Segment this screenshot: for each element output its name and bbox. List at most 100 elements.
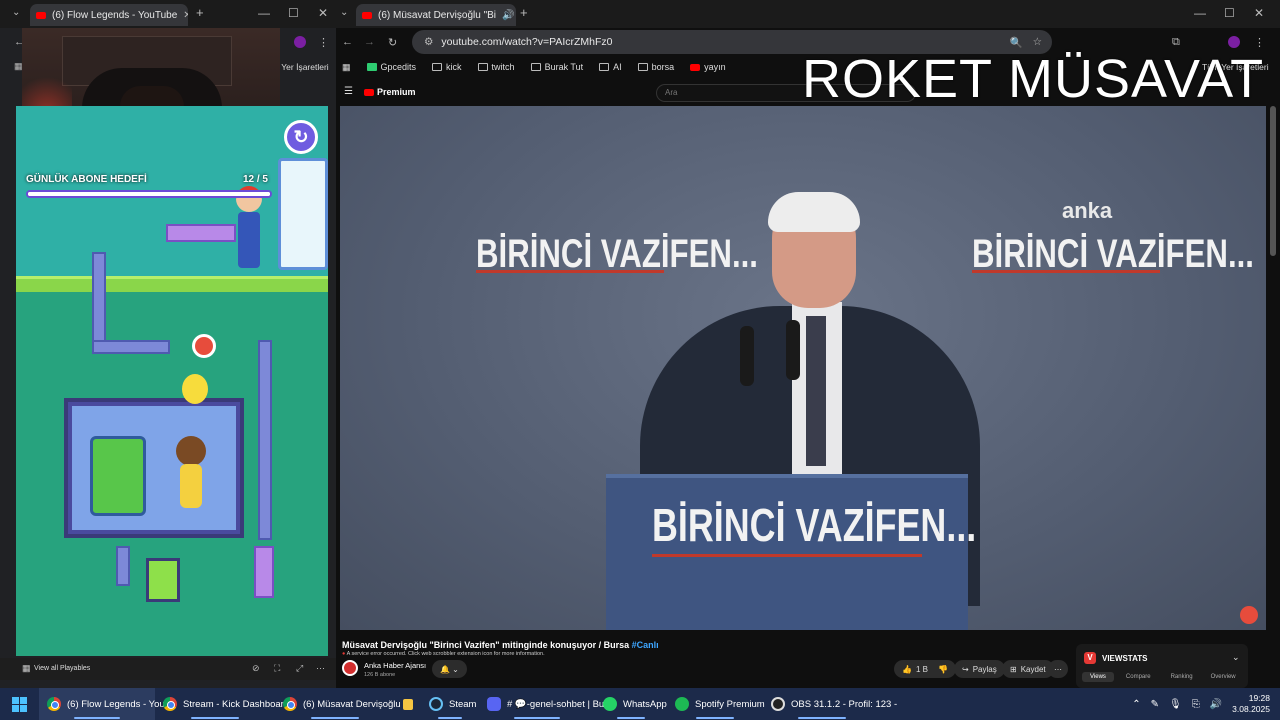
new-tab-icon[interactable]: + [520,5,528,20]
channel-name[interactable]: Anka Haber Ajansı [364,661,426,670]
tray-chevron-icon[interactable]: ⌃ [1132,699,1140,710]
taskbar-chrome-musavat[interactable]: (6) Müsavat Dervişoğlu [275,688,401,720]
hero-head [176,436,206,466]
restart-button[interactable]: ↻ [284,120,318,154]
clock[interactable]: 19:28 3.08.2025 [1232,693,1270,715]
speaker-hair [768,192,860,232]
viewstats-collapse-icon[interactable]: ⌄ [1232,652,1240,663]
mute-icon[interactable]: ⊘ [252,663,260,674]
close-tab-icon[interactable]: ✕ [183,10,188,21]
network-icon[interactable]: ⎘ [1192,699,1200,710]
video-logo-icon [1240,606,1258,624]
bookmark-4[interactable]: AI [599,62,622,72]
viewstats-tab-views[interactable]: Views [1082,672,1114,682]
error-text: A service error occurred. Click web scro… [346,651,545,657]
taskbar-obs[interactable]: OBS 31.1.2 - Profil: 123 - [763,688,897,720]
pipe-bottom-purple[interactable] [254,546,274,598]
more-actions-button[interactable]: ⋯ [1048,660,1068,678]
channel-avatar[interactable] [342,660,358,676]
share-button[interactable]: ↪ Paylaş [954,660,1005,678]
taskbar-label: OBS 31.1.2 - Profil: 123 - [791,698,898,710]
reload-icon[interactable]: ↻ [388,36,397,49]
like-button[interactable]: 👍 1 B 👎 [894,660,956,678]
viewstats-tab-overview[interactable]: Overview [1205,672,1242,682]
back-icon[interactable]: ← [342,36,353,48]
menu-icon[interactable]: ⋮ [318,36,329,49]
taskbar-steam[interactable]: Steam [421,688,479,720]
left-browser-window: ⌄ (6) Flow Legends - YouTube ✕ + — ☐ ✕ ←… [0,0,336,688]
sign-right-underline [972,270,1160,273]
volume-icon[interactable]: 🔊 [1210,699,1222,710]
maximize-icon[interactable]: ☐ [288,6,299,20]
apps-icon[interactable]: ▦ [342,62,351,73]
scrollbar[interactable] [1270,106,1276,256]
site-info-icon[interactable]: ⚙ [424,36,433,48]
folder-icon [403,698,413,710]
windows-logo-icon [12,696,27,712]
view-all-playables[interactable]: View all Playables [34,665,90,672]
podium-sign: BİRİNCİ VAZİFEN... [652,499,977,551]
expand-icon[interactable]: ⤢ [296,663,303,674]
bookmark-0[interactable]: Gpcedits [366,62,416,72]
close-window-icon[interactable]: ✕ [1254,6,1264,20]
youtube-favicon-icon [36,11,46,19]
save-icon: ⊞ [1010,664,1017,674]
taskbar-discord[interactable]: # 💬-genel-sohbet | Bur [479,688,607,720]
steam-icon [429,697,443,711]
share-icon: ↪ [962,664,969,674]
chrome-icon [283,697,297,711]
taskbar-chrome-flow-legends[interactable]: (6) Flow Legends - YouT [39,688,171,720]
minimize-icon[interactable]: — [1194,6,1206,20]
profile-icon[interactable] [1228,36,1240,48]
video-player[interactable]: BİRİNCİ VAZİFEN... anka BİRİNCİ VAZİFEN.… [340,106,1266,630]
bookmark-star-icon[interactable]: ☆ [1033,36,1042,48]
close-window-icon[interactable]: ✕ [318,6,328,20]
bookmark-label: twitch [491,62,515,72]
notification-bell-button[interactable]: 🔔 ⌄ [432,660,467,678]
tab-title: (6) Flow Legends - YouTube [52,9,178,21]
bookmark-6[interactable]: yayın [690,62,726,72]
fullscreen-icon[interactable]: ⛶ [274,663,280,674]
microphone-icon[interactable]: 🎙 [1169,699,1182,710]
viewstats-tab-compare[interactable]: Compare [1118,672,1159,682]
pipe-top-horizontal[interactable] [166,224,236,242]
bookmark-3[interactable]: Burak Tut [530,62,583,72]
viewstats-logo-icon: V [1084,652,1096,664]
hero-body [180,464,202,508]
minimize-icon[interactable]: — [258,6,270,20]
zoom-icon[interactable]: 🔍 [1010,36,1023,49]
profile-icon[interactable] [294,36,306,48]
clock-date: 3.08.2025 [1232,704,1270,714]
viewstats-tab-ranking[interactable]: Ranking [1163,672,1201,682]
save-button[interactable]: ⊞ Kaydet [1002,660,1054,678]
tab-search-icon[interactable]: ⌄ [12,7,20,18]
bookmark-5[interactable]: borsa [637,62,674,72]
bookmark-2[interactable]: twitch [477,62,515,72]
pen-icon[interactable]: ✎ [1151,699,1159,710]
folder-icon [530,63,541,71]
youtube-logo[interactable]: Premium [364,87,416,97]
thumb-down-icon[interactable]: 👎 [938,665,948,674]
bookmark-1[interactable]: kick [432,62,462,72]
microphone-left [740,326,754,386]
search-input[interactable]: Ara [665,88,677,97]
taskbar-spotify[interactable]: Spotify Premium [667,688,765,720]
start-button[interactable] [0,688,39,720]
new-tab-icon[interactable]: + [196,5,204,20]
tab-search-icon[interactable]: ⌄ [340,7,348,18]
tab-musavat[interactable]: (6) Müsavat Dervişoğlu "Bi 🔊 ✕ [356,4,516,26]
tab-flow-legends[interactable]: (6) Flow Legends - YouTube ✕ [30,4,188,26]
forward-icon[interactable]: → [364,36,375,48]
mario-body [238,212,260,268]
valve-icon[interactable] [192,334,216,358]
maximize-icon[interactable]: ☐ [1224,6,1235,20]
taskbar-file-explorer[interactable] [395,688,421,720]
hero-character [174,436,208,524]
live-hashtag[interactable]: #Canlı [632,640,659,650]
hamburger-icon[interactable]: ☰ [344,86,353,97]
all-bookmarks-label[interactable]: m Yer İşaretleri [272,62,329,72]
taskbar-whatsapp[interactable]: WhatsApp [595,688,667,720]
more-icon[interactable]: ⋯ [316,663,325,674]
taskbar-chrome-kick[interactable]: Stream - Kick Dashboar [155,688,284,720]
right-tab-strip: ⌄ (6) Müsavat Dervişoğlu "Bi 🔊 ✕ + — ☐ ✕ [336,0,1280,28]
